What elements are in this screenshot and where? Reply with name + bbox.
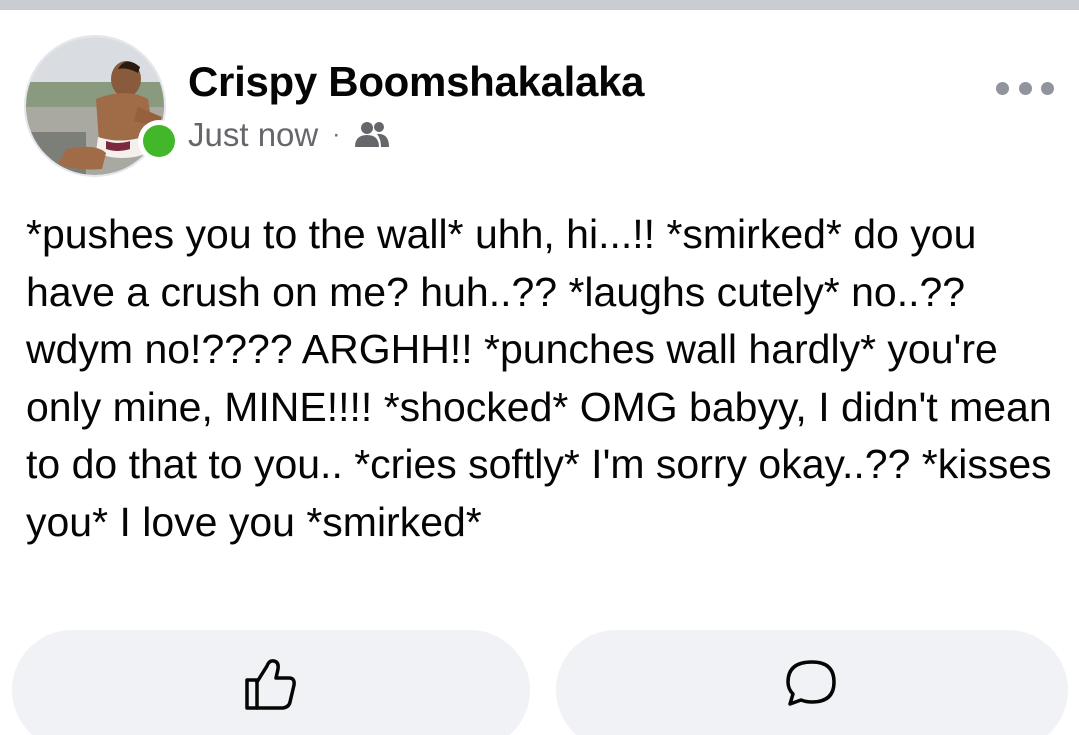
more-options-icon[interactable] (996, 72, 1054, 104)
like-button[interactable] (12, 630, 530, 735)
post-timestamp[interactable]: Just now (188, 116, 318, 154)
comment-button[interactable] (556, 630, 1068, 735)
online-status-indicator (138, 120, 180, 162)
meta-separator: · (332, 121, 341, 148)
top-divider-bar (0, 0, 1079, 10)
author-name[interactable]: Crispy Boomshakalaka (188, 58, 645, 106)
comment-bubble-icon (786, 660, 836, 706)
post-meta: Just now · (188, 113, 390, 157)
post-body-text: *pushes you to the wall* uhh, hi...!! *s… (26, 211, 1052, 545)
post-card: Crispy Boomshakalaka Just now · *pushes … (0, 0, 1079, 735)
friends-icon[interactable] (354, 120, 390, 150)
thumbs-up-icon (245, 659, 296, 710)
